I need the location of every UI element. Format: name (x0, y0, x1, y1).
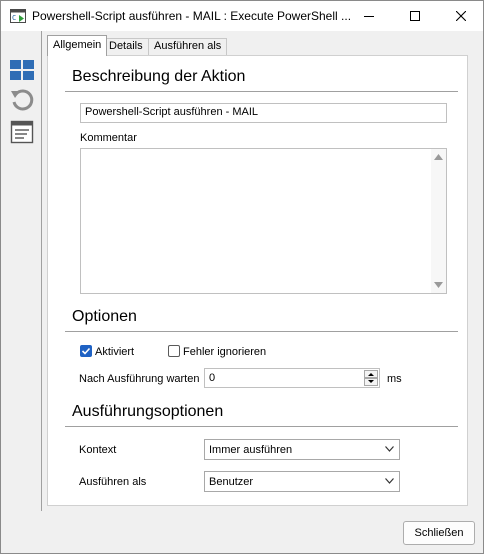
chevron-down-icon (385, 478, 394, 484)
execution-divider (65, 426, 458, 427)
title-bar[interactable]: C Powershell-Script ausführen - MAIL : E… (1, 1, 483, 31)
wait-label: Nach Ausführung warten (79, 373, 200, 385)
execution-heading: Ausführungsoptionen (72, 403, 224, 420)
options-heading: Optionen (72, 308, 137, 325)
context-select[interactable]: Immer ausführen (204, 439, 400, 460)
run-as-value: Benutzer (209, 476, 254, 488)
run-as-label: Ausführen als (79, 476, 147, 488)
sidebar-divider (41, 31, 42, 511)
list-details-icon[interactable] (9, 119, 35, 145)
tab-allgemein[interactable]: Allgemein (47, 35, 108, 56)
scroll-up-icon[interactable] (434, 154, 443, 160)
spin-up-button[interactable] (364, 370, 378, 378)
comment-label: Kommentar (80, 132, 137, 144)
app-console-icon: C (10, 9, 26, 23)
dialog-window: C Powershell-Script ausführen - MAIL : E… (0, 0, 484, 554)
run-as-select[interactable]: Benutzer (204, 471, 400, 492)
action-name-field[interactable]: Powershell-Script ausführen - MAIL (80, 103, 447, 123)
description-divider (65, 91, 458, 92)
ignore-errors-checkbox[interactable] (168, 345, 180, 357)
chevron-down-icon (385, 446, 394, 452)
arrow-down-icon (368, 380, 374, 383)
enabled-label[interactable]: Aktiviert (95, 346, 134, 358)
close-icon (456, 11, 466, 21)
sidebar (1, 31, 41, 511)
wait-value[interactable]: 0 (209, 372, 215, 384)
enabled-checkbox[interactable] (80, 345, 92, 357)
minimize-icon (364, 16, 374, 17)
minimize-button[interactable] (346, 1, 392, 31)
close-window-button[interactable] (438, 1, 484, 31)
svg-text:C: C (12, 14, 16, 22)
spin-down-button[interactable] (364, 378, 378, 386)
scroll-down-icon[interactable] (434, 282, 443, 288)
tab-page-general: Beschreibung der Aktion Powershell-Scrip… (47, 55, 468, 506)
arrow-up-icon (368, 373, 374, 376)
checkmark-icon (81, 347, 91, 355)
options-divider (65, 331, 458, 332)
refresh-icon[interactable] (9, 87, 35, 113)
grid-view-icon[interactable] (9, 57, 35, 83)
maximize-icon (410, 11, 420, 21)
close-button[interactable]: Schließen (403, 521, 475, 545)
ignore-errors-label[interactable]: Fehler ignorieren (183, 346, 266, 358)
tab-details[interactable]: Details (103, 38, 149, 55)
window-title: Powershell-Script ausführen - MAIL : Exe… (32, 9, 352, 23)
context-label: Kontext (79, 444, 117, 456)
wait-spinner[interactable]: 0 (204, 368, 380, 388)
description-heading: Beschreibung der Aktion (72, 68, 246, 85)
tab-ausfuehren-als[interactable]: Ausführen als (148, 38, 228, 55)
wait-spinner-buttons[interactable] (364, 370, 378, 386)
context-value: Immer ausführen (209, 444, 293, 456)
comment-textarea[interactable] (80, 148, 447, 294)
comment-scrollbar[interactable] (431, 149, 446, 293)
maximize-button[interactable] (392, 1, 438, 31)
wait-unit: ms (387, 373, 402, 385)
